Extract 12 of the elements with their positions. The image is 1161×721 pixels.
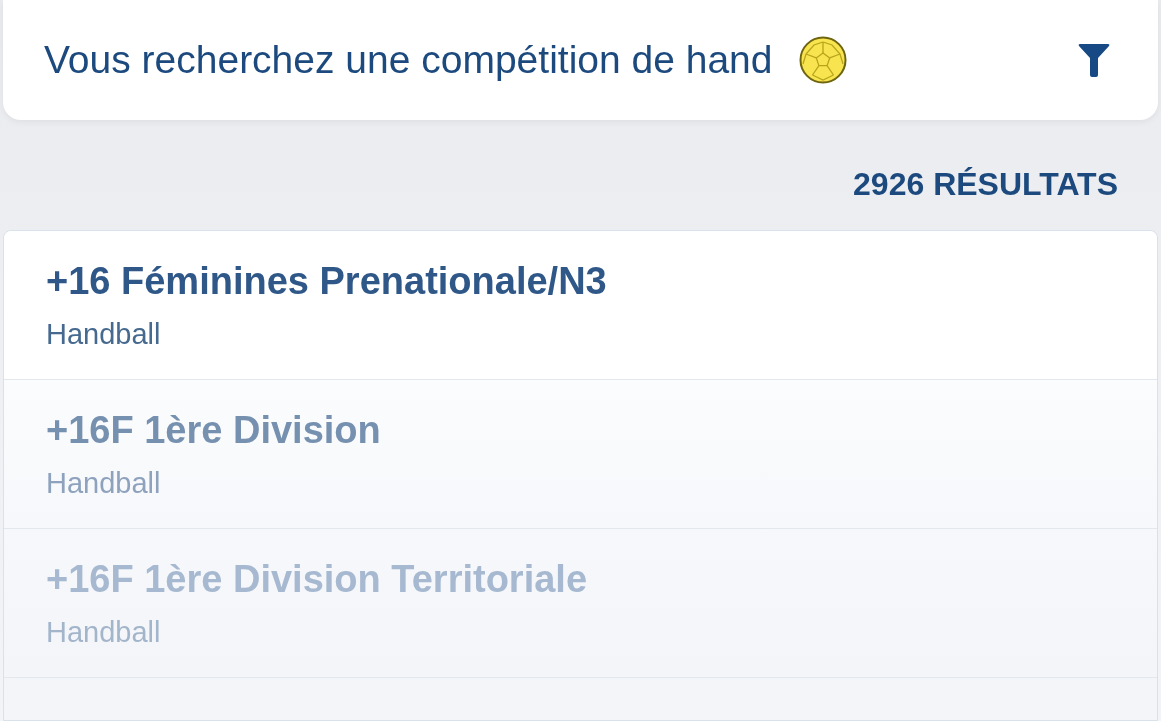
search-prompt: Vous recherchez une compétition de hand xyxy=(44,37,773,83)
result-item[interactable]: +16 Féminines Prenationale/N3 Handball xyxy=(4,231,1157,380)
result-title: +16 Féminines Prenationale/N3 xyxy=(46,259,607,303)
result-title: +16F 1ère Division Territoriale xyxy=(46,557,588,601)
result-sport: Handball xyxy=(46,317,161,351)
result-sport: Handball xyxy=(46,466,161,500)
results-count: 2926 RÉSULTATS xyxy=(853,165,1118,203)
filter-icon[interactable] xyxy=(1078,43,1110,77)
result-title: +16F 1ère Division xyxy=(46,408,381,452)
search-bar[interactable]: Vous recherchez une compétition de hand xyxy=(3,0,1158,120)
handball-icon xyxy=(798,36,847,84)
result-sport: Handball xyxy=(46,615,161,649)
